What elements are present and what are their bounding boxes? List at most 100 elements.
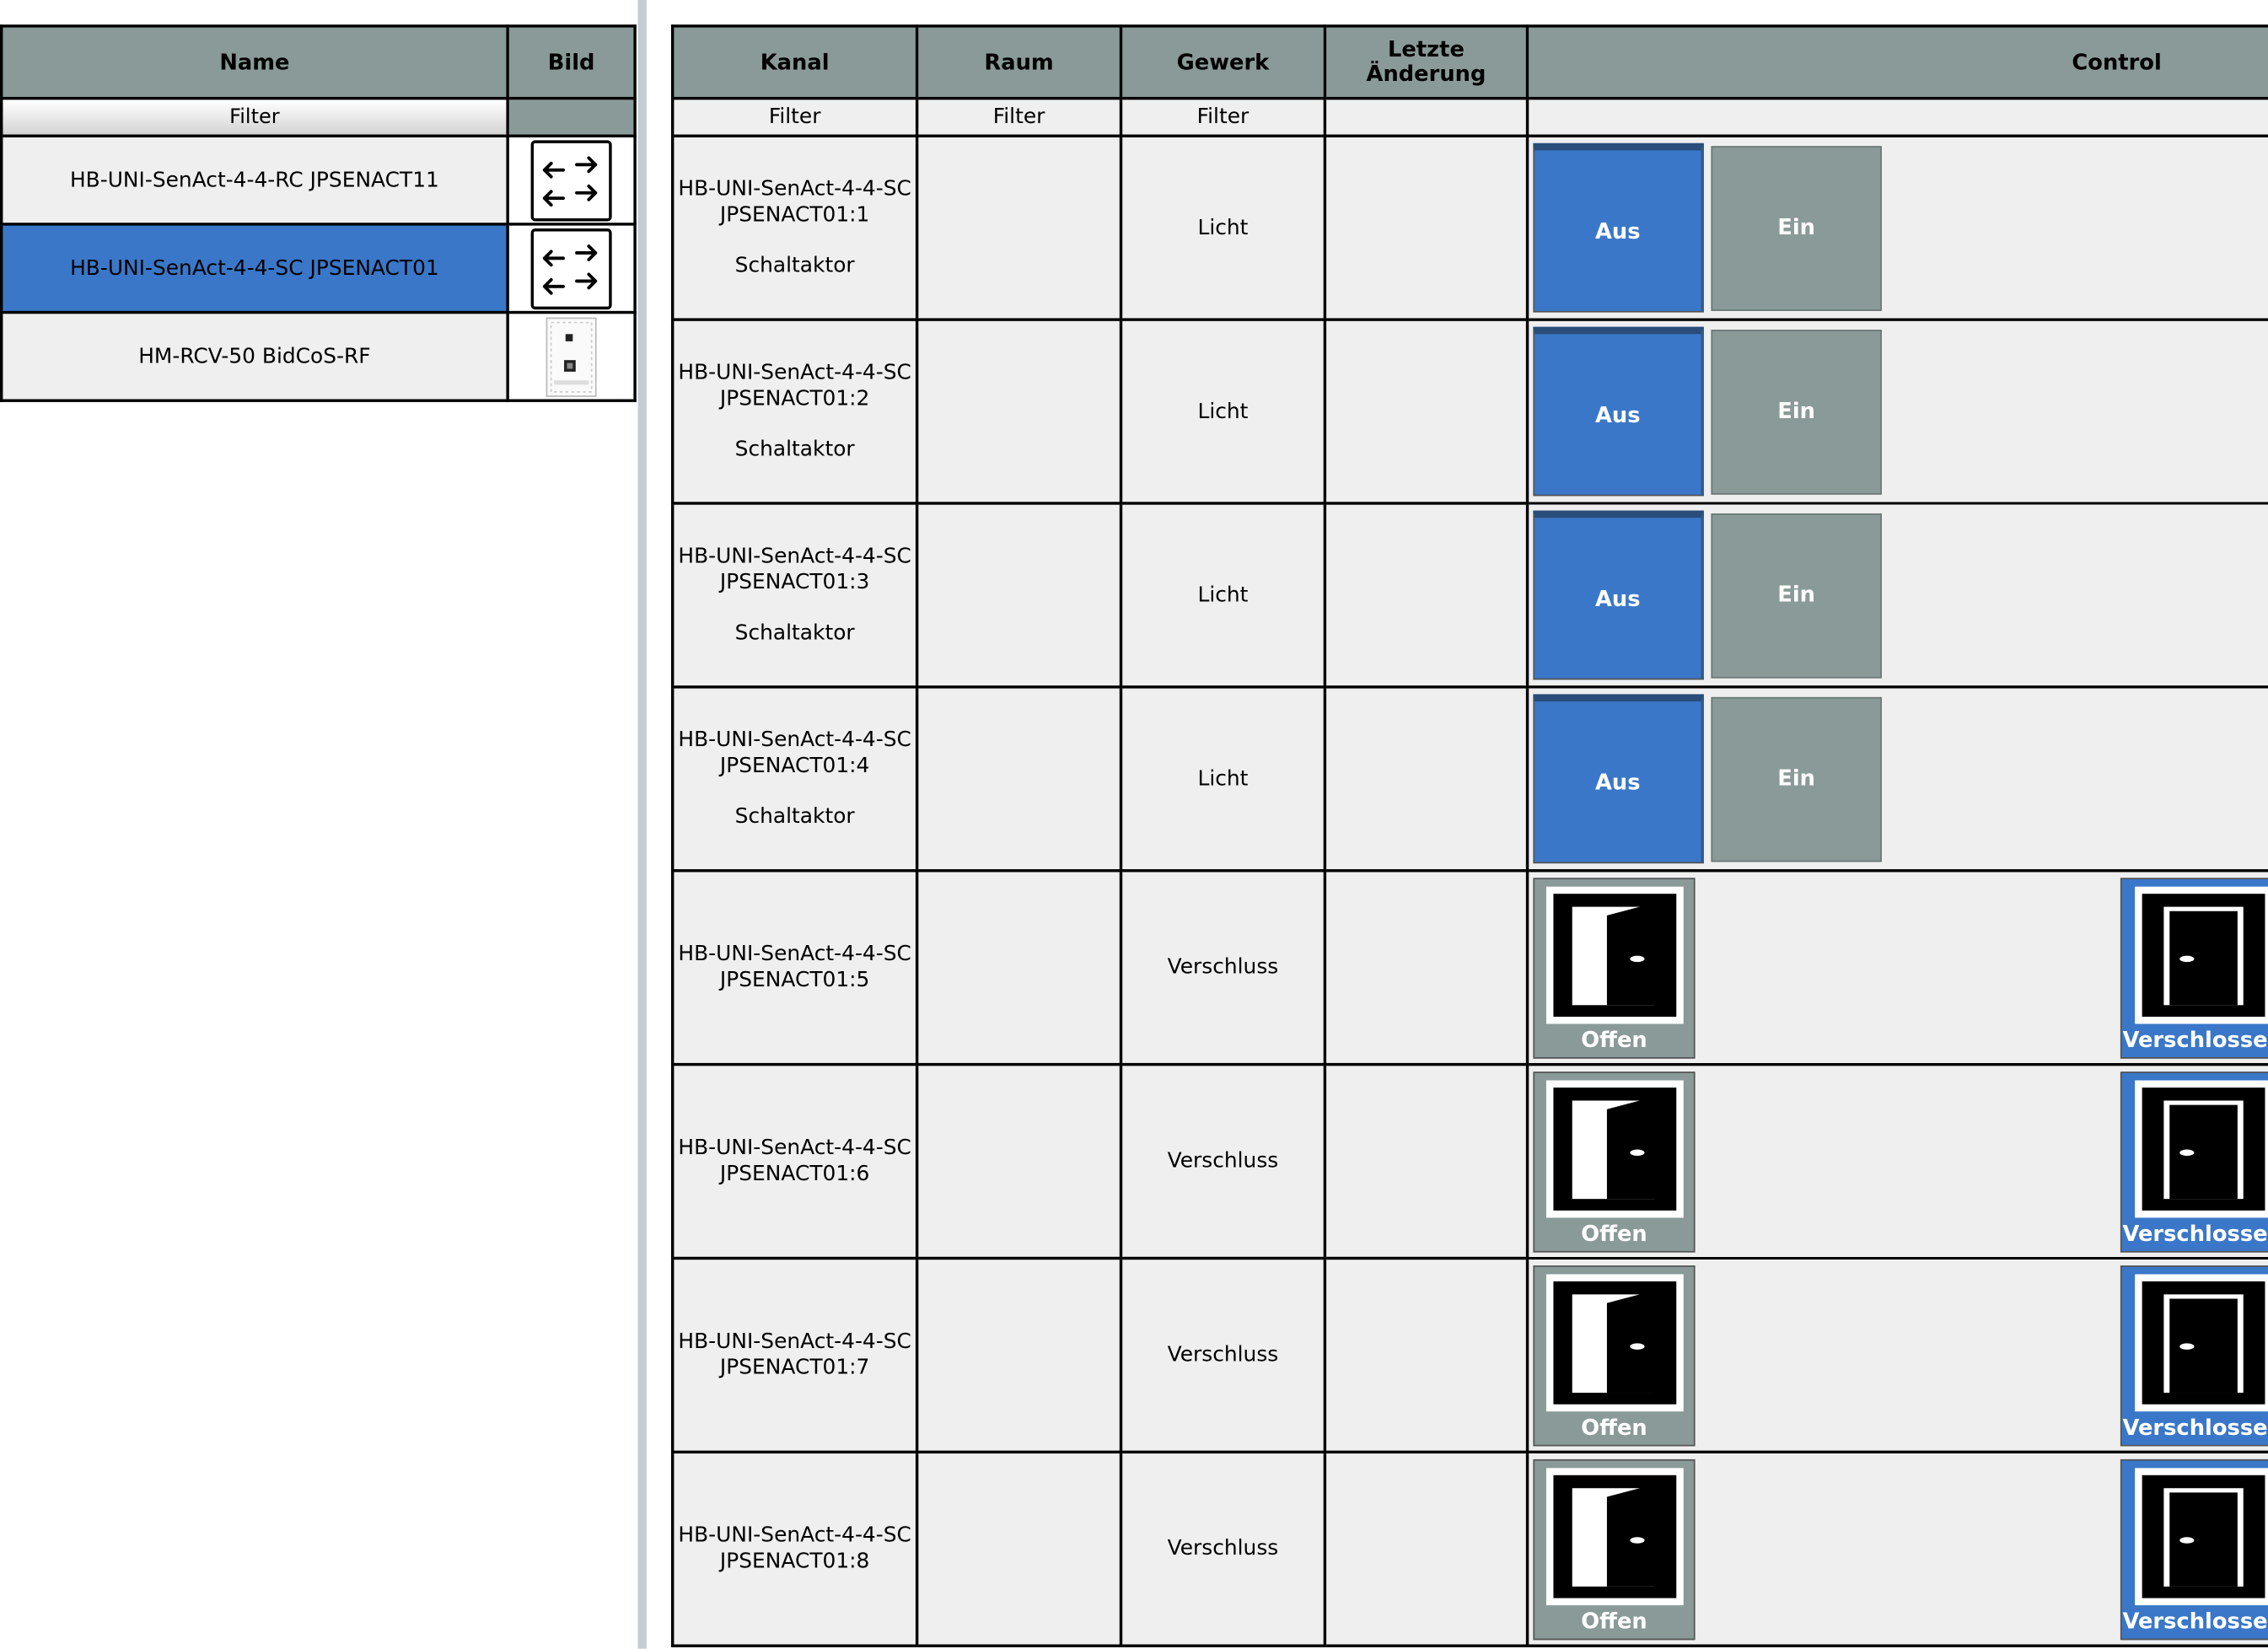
channel-gewerk: Licht (1119, 685, 1327, 873)
channel-name[interactable]: HB-UNI-SenAct-4-4-SC JPSENACT01:7 (670, 1256, 919, 1454)
on-button[interactable]: Ein (1711, 146, 1882, 311)
channel-row: HB-UNI-SenAct-4-4-SC JPSENACT01:4 Schaltak… (670, 685, 2268, 873)
channel-row: HB-UNI-SenAct-4-4-SC JPSENACT01:6 Verschlu… (670, 1062, 2268, 1260)
channel-name[interactable]: HB-UNI-SenAct-4-4-SC JPSENACT01:2 Schaltak… (670, 318, 919, 505)
off-button[interactable]: Aus (1533, 510, 1704, 680)
channel-type: Schaltaktor (734, 805, 855, 829)
device-row-selected[interactable]: HB-UNI-SenAct-4-4-SC JPSENACT01 (0, 223, 637, 314)
channel-device: HB-UNI-SenAct-4-4-SC (678, 1524, 911, 1548)
channel-row: HB-UNI-SenAct-4-4-SC JPSENACT01:1 Schaltak… (670, 134, 2268, 321)
channel-control: Aus Ein (1525, 502, 2268, 689)
channel-address: JPSENACT01:7 (719, 1356, 870, 1380)
channel-last-change (1323, 1256, 1529, 1454)
arrows-icon (530, 228, 612, 309)
device-name[interactable]: HM-RCV-50 BidCoS-RF (0, 310, 509, 402)
pane-divider[interactable] (637, 0, 647, 1649)
column-header-letzte-aenderung[interactable]: Letzte Änderung (1323, 24, 1529, 100)
channel-control: Aus Ein (1525, 134, 2268, 321)
locked-button[interactable]: Verschlossen (2120, 1072, 2268, 1253)
open-button[interactable]: Offen (1533, 1072, 1696, 1253)
device-name[interactable]: HB-UNI-SenAct-4-4-SC JPSENACT01 (0, 223, 509, 314)
channel-device: HB-UNI-SenAct-4-4-SC (678, 943, 911, 966)
channel-last-change (1323, 869, 1529, 1066)
channel-last-change (1323, 1062, 1529, 1260)
page: Name Bild Filter HB-UNI-SenAct-4-4-RC JP… (0, 0, 2268, 1649)
channel-last-change (1323, 1450, 1529, 1647)
channel-control: Offen Verschlossen (1525, 1450, 2268, 1647)
door-closed-icon (2135, 1274, 2268, 1412)
channel-name[interactable]: HB-UNI-SenAct-4-4-SC JPSENACT01:3 Schaltak… (670, 502, 919, 689)
open-button[interactable]: Offen (1533, 878, 1696, 1059)
channel-control: Offen Verschlossen (1525, 1256, 2268, 1454)
door-closed-icon (2135, 1080, 2268, 1218)
kanal-filter[interactable]: Filter (670, 96, 919, 137)
channel-gewerk: Licht (1119, 318, 1327, 505)
rcv-device-icon (546, 316, 598, 397)
channel-raum (915, 685, 1123, 873)
channel-device: HB-UNI-SenAct-4-4-SC (678, 178, 911, 201)
channel-gewerk: Verschluss (1119, 1450, 1327, 1647)
control-filter-empty (1525, 96, 2268, 137)
channel-row: HB-UNI-SenAct-4-4-SC JPSENACT01:5 Verschlu… (670, 869, 2268, 1066)
on-button[interactable]: Ein (1711, 330, 1882, 495)
column-header-name[interactable]: Name (0, 24, 509, 100)
channel-control: Offen Verschlossen (1525, 869, 2268, 1066)
channel-address: JPSENACT01:3 (719, 571, 870, 595)
letzte-filter-empty (1323, 96, 1529, 137)
channel-name[interactable]: HB-UNI-SenAct-4-4-SC JPSENACT01:1 Schaltak… (670, 134, 919, 321)
device-row[interactable]: HM-RCV-50 BidCoS-RF (0, 310, 637, 402)
channel-table: Kanal Raum Gewerk Letzte Änderung Contro… (670, 24, 2268, 1647)
gewerk-filter[interactable]: Filter (1119, 96, 1327, 137)
channel-last-change (1323, 318, 1529, 505)
channel-gewerk: Verschluss (1119, 869, 1327, 1066)
channel-address: JPSENACT01:2 (719, 387, 870, 411)
off-button[interactable]: Aus (1533, 694, 1704, 864)
channel-address: JPSENACT01:4 (719, 755, 870, 778)
channel-gewerk: Licht (1119, 502, 1327, 689)
channel-row: HB-UNI-SenAct-4-4-SC JPSENACT01:2 Schaltak… (670, 318, 2268, 505)
channel-name[interactable]: HB-UNI-SenAct-4-4-SC JPSENACT01:8 (670, 1450, 919, 1647)
door-open-icon (1545, 1468, 1684, 1606)
channel-name[interactable]: HB-UNI-SenAct-4-4-SC JPSENACT01:4 Schaltak… (670, 685, 919, 873)
channel-raum (915, 1450, 1123, 1647)
channel-device: HB-UNI-SenAct-4-4-SC (678, 545, 911, 569)
open-button[interactable]: Offen (1533, 1265, 1696, 1447)
on-button[interactable]: Ein (1711, 513, 1882, 679)
locked-button[interactable]: Verschlossen (2120, 1265, 2268, 1447)
off-button[interactable]: Aus (1533, 326, 1704, 497)
off-button[interactable]: Aus (1533, 142, 1704, 313)
channel-raum (915, 318, 1123, 505)
locked-button[interactable]: Verschlossen (2120, 1458, 2268, 1641)
device-name[interactable]: HB-UNI-SenAct-4-4-RC JPSENACT11 (0, 134, 509, 226)
channel-address: JPSENACT01:6 (719, 1163, 870, 1186)
channel-address: JPSENACT01:1 (719, 203, 870, 228)
door-closed-icon (2135, 886, 2268, 1024)
arrows-icon (530, 139, 612, 221)
column-header-image[interactable]: Bild (506, 24, 637, 100)
column-header-raum[interactable]: Raum (915, 24, 1123, 100)
channel-gewerk: Verschluss (1119, 1062, 1327, 1260)
channel-name[interactable]: HB-UNI-SenAct-4-4-SC JPSENACT01:5 (670, 869, 919, 1066)
raum-filter[interactable]: Filter (915, 96, 1123, 137)
channel-control: Aus Ein (1525, 318, 2268, 505)
channel-type: Schaltaktor (734, 621, 855, 646)
device-row[interactable]: HB-UNI-SenAct-4-4-RC JPSENACT11 (0, 134, 637, 226)
channel-control: Aus Ein (1525, 685, 2268, 873)
locked-button[interactable]: Verschlossen (2120, 878, 2268, 1059)
door-open-icon (1545, 1274, 1684, 1412)
name-filter[interactable]: Filter (0, 96, 509, 137)
channel-name[interactable]: HB-UNI-SenAct-4-4-SC JPSENACT01:6 (670, 1062, 919, 1260)
channel-row: HB-UNI-SenAct-4-4-SC JPSENACT01:8 Verschlu… (670, 1450, 2268, 1647)
channel-device: HB-UNI-SenAct-4-4-SC (678, 1330, 911, 1354)
channel-address: JPSENACT01:5 (719, 969, 870, 992)
on-button[interactable]: Ein (1711, 696, 1882, 862)
channel-row: HB-UNI-SenAct-4-4-SC JPSENACT01:7 Verschlu… (670, 1256, 2268, 1454)
door-open-icon (1545, 886, 1684, 1024)
column-header-gewerk[interactable]: Gewerk (1119, 24, 1327, 100)
image-filter-empty (506, 96, 637, 137)
channel-device: HB-UNI-SenAct-4-4-SC (678, 361, 911, 385)
channel-type: Schaltaktor (734, 254, 855, 278)
open-button[interactable]: Offen (1533, 1458, 1696, 1641)
column-header-kanal[interactable]: Kanal (670, 24, 919, 100)
channel-gewerk: Licht (1119, 134, 1327, 321)
